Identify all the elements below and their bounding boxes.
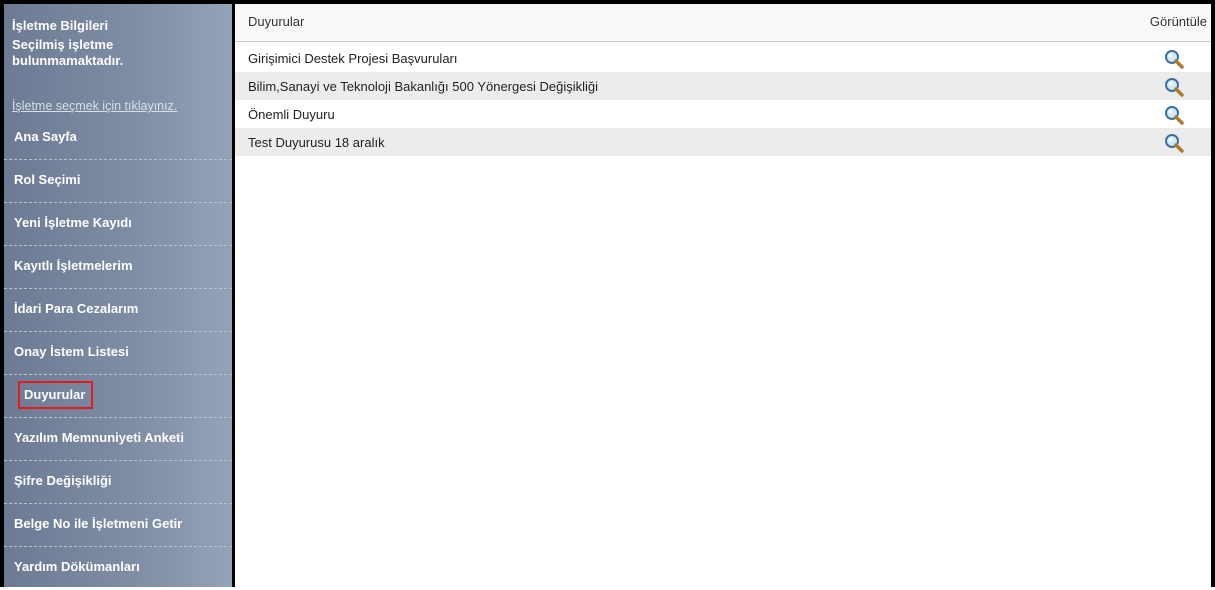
sidebar-item-label: Şifre Değişikliği xyxy=(14,473,112,488)
magnifier-icon[interactable] xyxy=(1163,48,1185,70)
sidebar-item-idari-para-cezalarim[interactable]: İdari Para Cezalarım xyxy=(4,289,232,332)
magnifier-icon[interactable] xyxy=(1163,76,1185,98)
sidebar-item-label: Yardım Dökümanları xyxy=(14,559,140,574)
sidebar: İşletme Bilgileri Seçilmiş işletme bulun… xyxy=(4,4,232,587)
sidebar-item-label: Onay İstem Listesi xyxy=(14,344,129,359)
sidebar-item-kayitli-isletmelerim[interactable]: Kayıtlı İşletmelerim xyxy=(4,246,232,289)
no-business-selected-text: Seçilmiş işletme bulunmamaktadır. xyxy=(12,37,124,68)
sidebar-item-duyurular[interactable]: Duyurular xyxy=(4,375,232,418)
announcement-title: Bilim,Sanayi ve Teknoloji Bakanlığı 500 … xyxy=(248,79,598,94)
table-row: Girişimici Destek Projesi Başvuruları xyxy=(235,44,1211,72)
sidebar-item-yeni-isletme-kaydi[interactable]: Yeni İşletme Kayıdı xyxy=(4,203,232,246)
sidebar-item-label: Belge No ile İşletmeni Getir xyxy=(14,516,183,531)
sidebar-item-label: Duyurular xyxy=(18,381,94,409)
sidebar-item-label: Ana Sayfa xyxy=(14,129,77,144)
sidebar-item-rol-secimi[interactable]: Rol Seçimi xyxy=(4,160,232,203)
magnifier-icon[interactable] xyxy=(1163,104,1185,126)
sidebar-item-sifre-degisikligi[interactable]: Şifre Değişikliği xyxy=(4,461,232,504)
table-header: Duyurular Görüntüle xyxy=(235,4,1211,42)
sidebar-item-label: Yeni İşletme Kayıdı xyxy=(14,215,132,230)
select-business-link[interactable]: İşletme seçmek için tıklayınız. xyxy=(12,99,177,113)
sidebar-item-label: Kayıtlı İşletmelerim xyxy=(14,258,133,273)
sidebar-item-belge-no-ile-isletmeni-getir[interactable]: Belge No ile İşletmeni Getir xyxy=(4,504,232,547)
sidebar-item-label: Rol Seçimi xyxy=(14,172,81,187)
sidebar-item-label: Yazılım Memnuniyeti Anketi xyxy=(14,430,185,445)
announcement-title: Girişimici Destek Projesi Başvuruları xyxy=(248,51,458,66)
announcement-title: Test Duyurusu 18 aralık xyxy=(248,135,385,150)
sidebar-item-onay-istem-listesi[interactable]: Onay İstem Listesi xyxy=(4,332,232,375)
table-row: Test Duyurusu 18 aralık xyxy=(235,128,1211,156)
table-row: Bilim,Sanayi ve Teknoloji Bakanlığı 500 … xyxy=(235,72,1211,100)
announcement-title: Önemli Duyuru xyxy=(248,107,335,122)
business-info-title: İşletme Bilgileri xyxy=(12,18,109,33)
table-row: Önemli Duyuru xyxy=(235,100,1211,128)
sidebar-item-yardim-dokumanlari[interactable]: Yardım Dökümanları xyxy=(4,547,232,590)
sidebar-item-yazilim-memnuniyeti-anketi[interactable]: Yazılım Memnuniyeti Anketi xyxy=(4,418,232,461)
column-header-goruntule: Görüntüle xyxy=(1149,14,1207,29)
column-header-duyurular: Duyurular xyxy=(248,14,305,29)
sidebar-item-ana-sayfa[interactable]: Ana Sayfa xyxy=(4,117,232,160)
sidebar-item-label: İdari Para Cezalarım xyxy=(14,301,139,316)
magnifier-icon[interactable] xyxy=(1163,132,1185,154)
announcements-panel: Duyurular Görüntüle Girişimici Destek Pr… xyxy=(235,4,1211,587)
